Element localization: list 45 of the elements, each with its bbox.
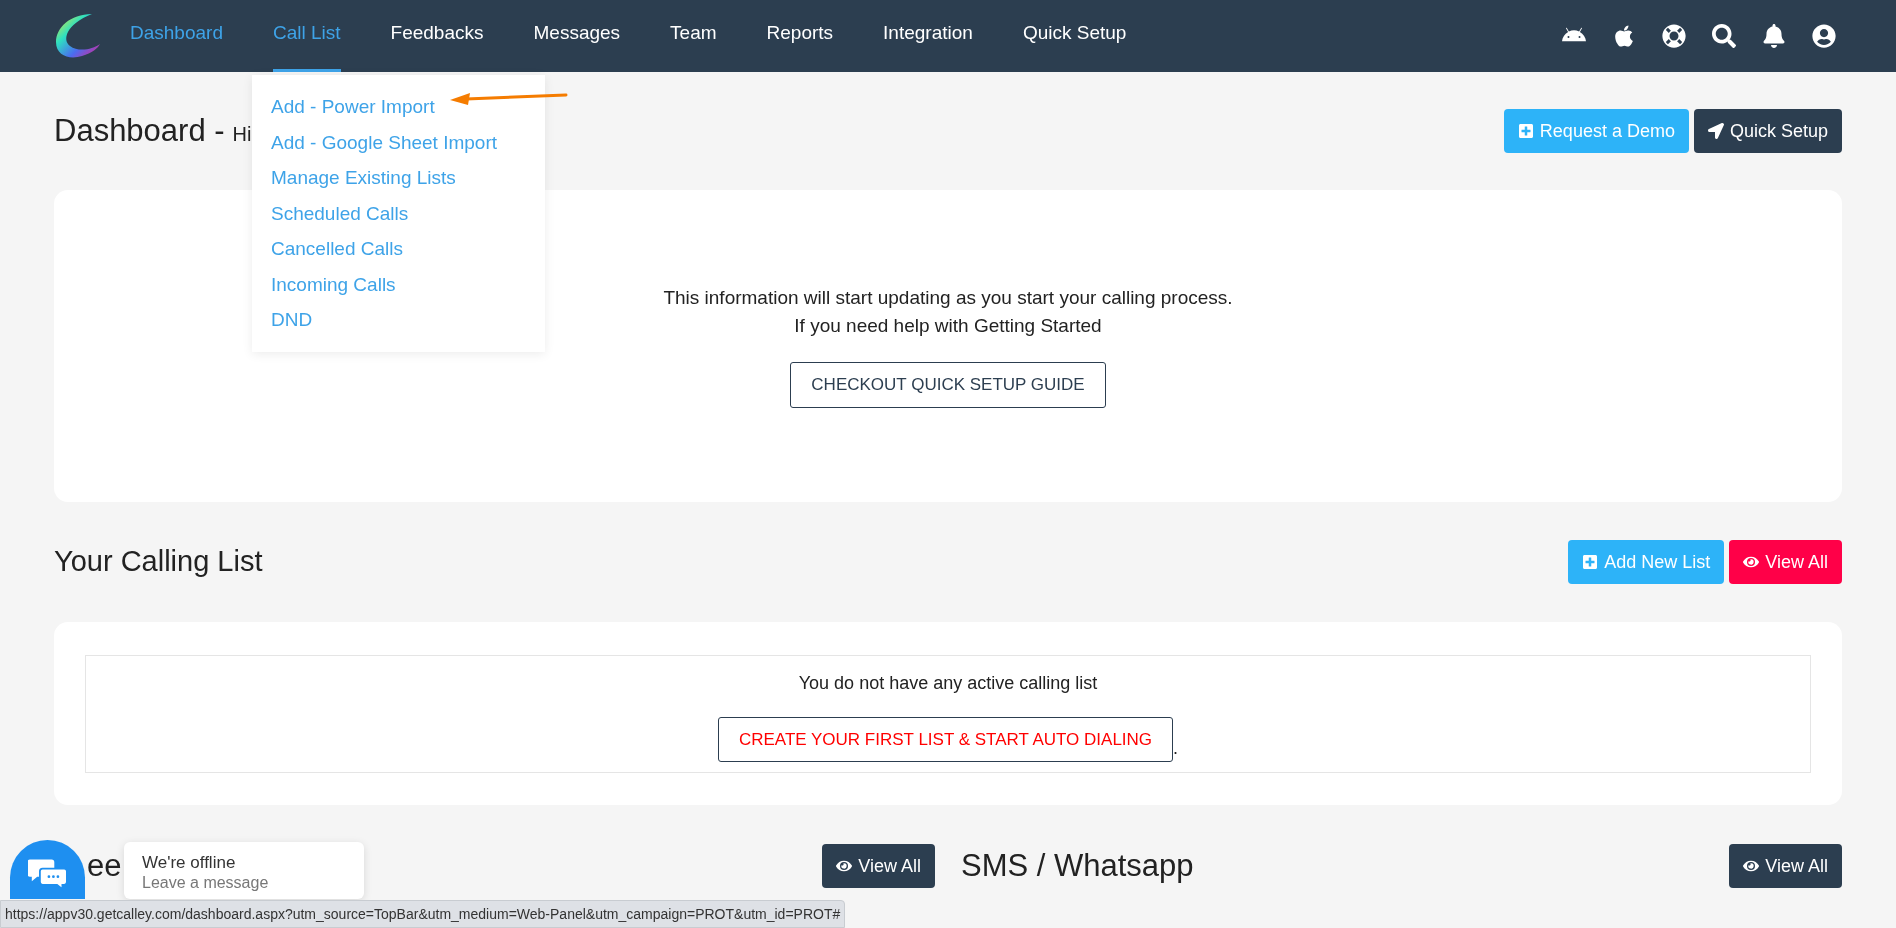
dropdown-item[interactable]: Add - Google Sheet Import [271, 124, 497, 160]
nav-link[interactable]: Integration [883, 0, 973, 72]
chat-status-text: We're offline [142, 852, 237, 874]
page-title: Dashboard - [54, 111, 225, 150]
setup-guide-button[interactable]: CHECKOUT QUICK SETUP GUIDE [790, 362, 1106, 408]
chat-subtitle-text: Leave a message [142, 874, 270, 892]
url-text: https://appv30.getcalley.com/dashboard.aspx?utm_source=TopBar&utm_medium=Web-Panel&utm_campaign=PROT&utm_id=PROT# [5, 904, 841, 924]
dropdown-item[interactable]: Manage Existing Lists [271, 160, 456, 196]
nav-link[interactable]: Team [670, 0, 717, 72]
greeting-text: Hi [232, 121, 252, 147]
eye-icon [1743, 554, 1760, 570]
view-all-button[interactable]: View All [1729, 844, 1842, 889]
nav-link[interactable]: Dashboard [130, 0, 223, 72]
section-title: ee [86, 847, 122, 885]
search-icon[interactable] [1712, 24, 1736, 48]
user-icon[interactable] [1812, 24, 1836, 48]
apple-icon[interactable] [1612, 24, 1636, 48]
request-demo-button[interactable]: Request a Demo [1503, 109, 1689, 153]
bell-icon[interactable] [1762, 24, 1786, 48]
navigation-icon [1707, 123, 1724, 139]
lifebuoy-icon[interactable] [1662, 24, 1686, 48]
nav-link[interactable]: Reports [766, 0, 834, 72]
dropdown-item[interactable]: DND [271, 302, 313, 338]
view-all-button[interactable]: View All [822, 844, 935, 889]
period-text: . [1173, 737, 1179, 760]
add-new-list-button[interactable]: Add New List [1568, 540, 1725, 584]
dropdown-item[interactable]: Incoming Calls [271, 266, 396, 302]
quick-setup-button[interactable]: Quick Setup [1693, 109, 1842, 153]
plus-icon [1517, 123, 1534, 139]
chat-button[interactable] [10, 840, 85, 899]
info-text: If you need help with Getting Started [794, 314, 1102, 338]
nav-link[interactable]: Quick Setup [1022, 0, 1127, 72]
nav-link[interactable]: Feedbacks [390, 0, 484, 72]
dropdown-item[interactable]: Scheduled Calls [271, 195, 409, 231]
section-title: Your Calling List [54, 544, 263, 580]
create-list-button[interactable]: CREATE YOUR FIRST LIST & START AUTO DIALING [717, 717, 1174, 762]
dropdown-item[interactable]: Add - Power Import [271, 89, 435, 125]
view-all-button[interactable]: View All [1729, 540, 1842, 584]
nav-link[interactable]: Messages [533, 0, 621, 72]
nav-link[interactable]: Call List [272, 0, 341, 72]
section-title: SMS / Whatsapp [961, 847, 1194, 885]
empty-list-text: You do not have any active calling list [798, 672, 1098, 695]
dropdown-item[interactable]: Cancelled Calls [271, 231, 403, 267]
plus-icon [1582, 554, 1599, 570]
info-text: This information will start updating as you start your calling process. [663, 286, 1233, 310]
